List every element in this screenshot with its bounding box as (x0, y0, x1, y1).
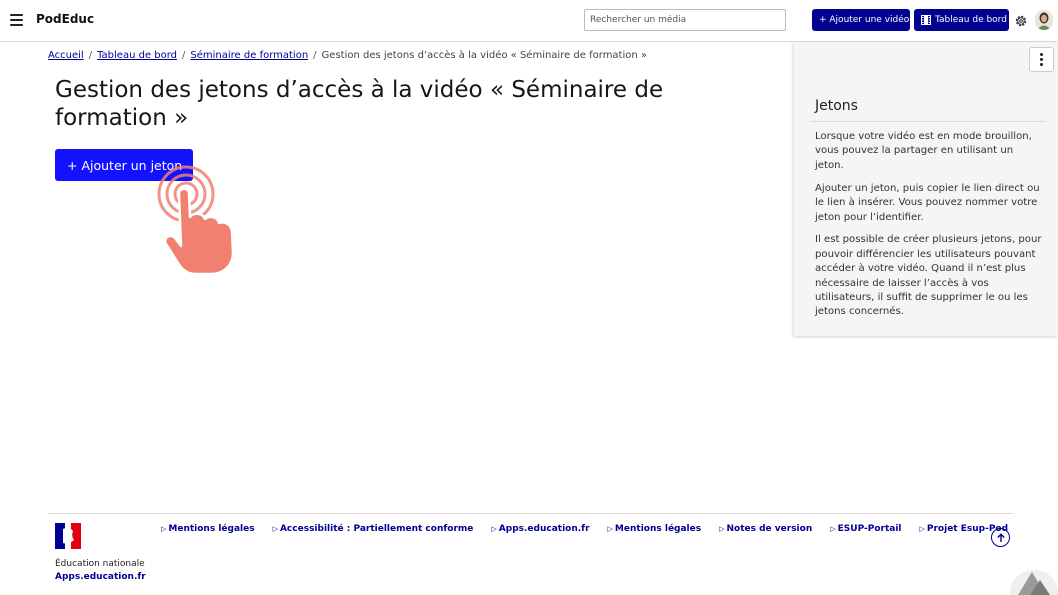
footer-site-link[interactable]: Apps.education.fr (55, 572, 146, 582)
gear-icon[interactable] (1014, 13, 1028, 27)
footer-link-release-notes[interactable]: ▷ Notes de version (719, 524, 812, 534)
help-paragraph: Lorsque votre vidéo est en mode brouillo… (815, 131, 1032, 171)
hand-pointer-icon (150, 160, 260, 285)
help-paragraph: Ajouter un jeton, puis copier le lien di… (815, 182, 1040, 223)
page-title: Gestion des jetons d’accès à la vidéo « … (55, 77, 664, 131)
breadcrumb-link-video[interactable]: Séminaire de formation (190, 50, 308, 61)
dashboard-button-label: Tableau de bord (935, 15, 1007, 25)
help-sidebar: Jetons Lorsque votre vidéo est en mode b… (794, 42, 1058, 336)
footer-link-legal-2[interactable]: ▷ Mentions légales (608, 524, 702, 534)
add-video-button[interactable]: + Ajouter une vidéo (812, 9, 910, 31)
footer-link-accessibility[interactable]: ▷ Accessibilité : Partiellement conforme (273, 524, 474, 534)
divider (810, 121, 1046, 122)
footer-link-label: Apps.education.fr (498, 524, 590, 534)
back-to-top-button[interactable] (991, 528, 1010, 547)
hamburger-menu-icon[interactable] (10, 14, 23, 26)
footer-links: ▷ Mentions légales ▷ Accessibilité : Parti… (161, 524, 1026, 534)
footer-link-legal[interactable]: ▷ Mentions légales (161, 524, 255, 534)
site-brand[interactable]: PodEduc (36, 12, 94, 26)
triangle-right-icon: ▷ (607, 525, 613, 533)
footer-link-label: ESUP-Portail (837, 524, 902, 534)
breadcrumb-link-dashboard[interactable]: Tableau de bord (97, 50, 177, 61)
kebab-icon[interactable] (1029, 47, 1054, 72)
triangle-right-icon: ▷ (919, 525, 925, 533)
pod-corner-logo (1010, 560, 1058, 595)
footer-legal-text-cropped (330, 588, 730, 595)
film-icon (921, 15, 931, 25)
footer-link-label: Notes de version (726, 524, 813, 534)
footer-link-label: Mentions légales (168, 524, 255, 534)
triangle-right-icon: ▷ (161, 525, 167, 533)
breadcrumb-separator: / (88, 50, 93, 61)
footer-link-esup-portail[interactable]: ▷ ESUP-Portail (830, 524, 901, 534)
dashboard-button[interactable]: Tableau de bord (914, 9, 1009, 31)
top-navigation-bar: PodEduc + Ajouter une vidéo Tableau de b… (0, 0, 1058, 42)
search-input[interactable] (584, 9, 786, 31)
triangle-right-icon: ▷ (272, 525, 278, 533)
breadcrumb-current: Gestion des jetons d’accès à la vidéo « … (321, 50, 648, 61)
help-paragraph: Il est possible de créer plusieurs jeton… (815, 234, 1042, 318)
breadcrumb-separator: / (182, 50, 186, 61)
footer-organization: Éducation nationale (55, 559, 145, 569)
footer-link-apps[interactable]: ▷ Apps.education.fr (491, 524, 589, 534)
breadcrumb-separator: / (313, 50, 317, 61)
footer-divider (48, 513, 1013, 514)
triangle-right-icon: ▷ (491, 525, 497, 533)
triangle-right-icon: ▷ (830, 525, 836, 533)
sidebar-title: Jetons (815, 98, 858, 114)
footer-link-label: Accessibilité : Partiellement conforme (279, 524, 474, 534)
breadcrumb: Accueil / Tableau de bord / Séminaire de for… (48, 50, 647, 61)
marianne-logo (55, 523, 81, 549)
arrow-up-icon (996, 532, 1005, 542)
avatar[interactable] (1035, 10, 1053, 30)
sidebar-help-text: Lorsque votre vidéo est en mode brouillo… (815, 130, 1042, 328)
footer-link-label: Mentions légales (614, 524, 702, 534)
breadcrumb-link-home[interactable]: Accueil (48, 50, 84, 61)
triangle-right-icon: ▷ (719, 525, 725, 533)
